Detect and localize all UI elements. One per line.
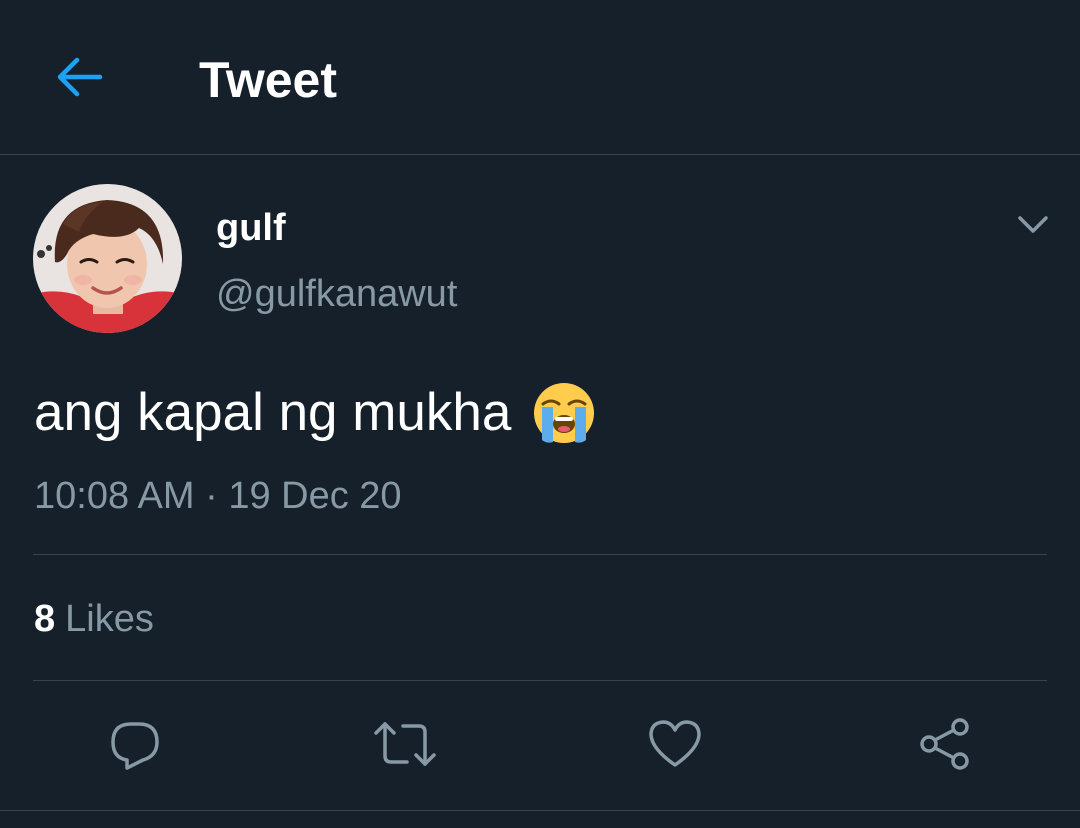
heart-icon: [649, 720, 701, 767]
retweet-icon: [374, 722, 436, 766]
arrow-left-icon: [57, 57, 103, 97]
reply-button[interactable]: [103, 712, 167, 776]
avatar[interactable]: [33, 184, 182, 333]
chevron-down-icon: [1018, 216, 1048, 233]
author-handle[interactable]: @gulfkanawut: [216, 272, 457, 316]
retweet-button[interactable]: [373, 712, 437, 776]
likes-stat[interactable]: 8 Likes: [34, 597, 154, 641]
divider: [33, 554, 1047, 555]
page-title: Tweet: [199, 52, 337, 108]
share-button[interactable]: [913, 712, 977, 776]
divider: [33, 680, 1047, 681]
loudly-crying-face-icon: [534, 383, 595, 443]
back-button[interactable]: [48, 50, 108, 104]
tweet-timestamp: 10:08 AM · 19 Dec 20: [34, 475, 402, 517]
reply-icon: [111, 722, 159, 770]
like-button[interactable]: [643, 712, 707, 776]
likes-count: 8: [34, 598, 56, 640]
likes-label: Likes: [65, 598, 154, 640]
more-options-button[interactable]: [1010, 204, 1056, 246]
author-display-name[interactable]: gulf: [216, 206, 286, 250]
tweet-detail-screen: Tweet gulf @gulfkanawut ang kapal ng muk…: [0, 0, 1080, 828]
top-app-bar: Tweet: [0, 0, 1080, 155]
tweet-text: ang kapal ng mukha: [34, 383, 512, 442]
tweet-body: ang kapal ng mukha: [34, 380, 597, 446]
avatar-image: [33, 184, 182, 333]
divider: [0, 810, 1080, 811]
share-icon: [920, 718, 969, 770]
